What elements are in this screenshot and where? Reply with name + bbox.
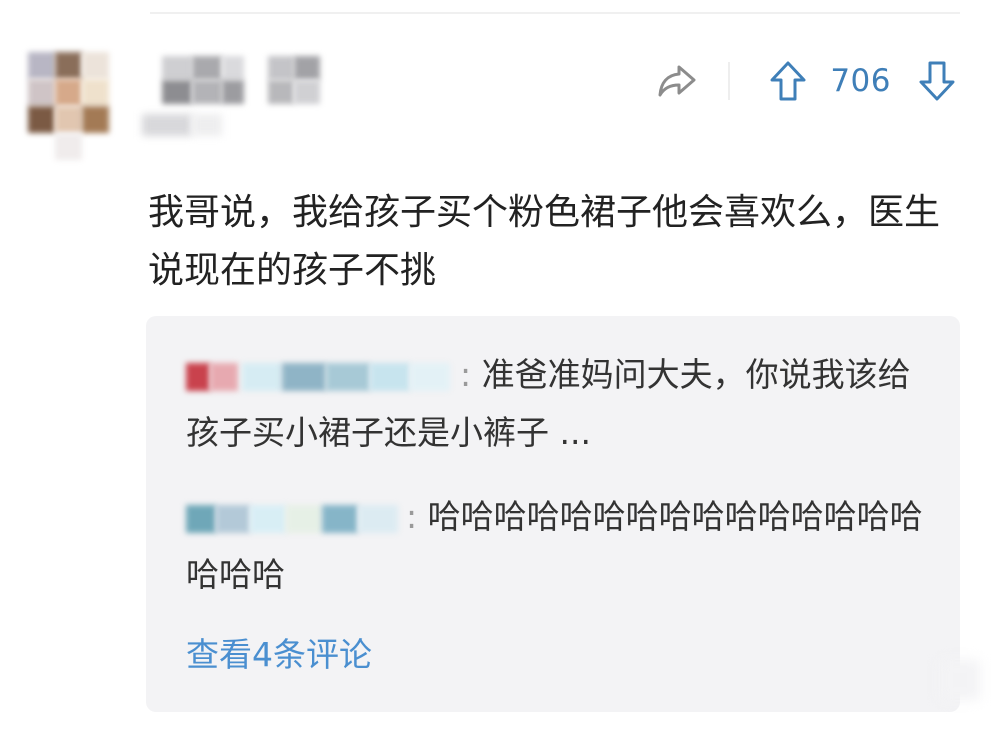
action-divider bbox=[728, 62, 731, 100]
replies-container[interactable]: : 准爸准妈问大夫，你说我该给孩子买小裙子还是小裤子 ... : 哈哈哈哈哈哈哈… bbox=[146, 316, 960, 712]
username-blurred[interactable] bbox=[140, 56, 340, 108]
comment-text: 我哥说，我给孩子买个粉色裙子他会喜欢么，医生说现在的孩子不挑 bbox=[148, 192, 941, 291]
edge-artifact bbox=[940, 660, 980, 700]
reply-username-blurred[interactable] bbox=[186, 501, 402, 537]
reply-item[interactable]: : 哈哈哈哈哈哈哈哈哈哈哈哈哈哈哈哈哈哈 bbox=[186, 488, 926, 604]
view-more-comments-link[interactable]: 查看4条评论 bbox=[186, 628, 372, 676]
timestamp-blurred bbox=[142, 114, 232, 140]
reply-separator: : bbox=[406, 497, 428, 536]
vote-count: 706 bbox=[830, 63, 891, 99]
arrow-down-icon[interactable] bbox=[915, 58, 959, 104]
reply-item[interactable]: : 准爸准妈问大夫，你说我该给孩子买小裙子还是小裤子 ... bbox=[186, 346, 926, 462]
share-arrow-icon[interactable] bbox=[654, 58, 700, 104]
avatar[interactable] bbox=[28, 52, 110, 162]
comment-actions: 706 bbox=[654, 58, 959, 104]
reply-separator: : bbox=[460, 355, 482, 394]
top-divider bbox=[150, 12, 960, 14]
reply-username-blurred[interactable] bbox=[186, 359, 456, 395]
arrow-up-icon[interactable] bbox=[766, 58, 810, 104]
